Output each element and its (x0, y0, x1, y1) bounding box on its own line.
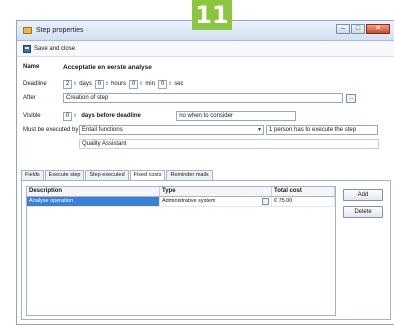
after-row: After Creation of step … (23, 92, 356, 104)
toolbar: Save and close (17, 41, 394, 57)
visible-label: Visible (23, 113, 41, 119)
save-and-close-button[interactable]: Save and close (34, 46, 75, 52)
column-header-type[interactable]: Type (160, 187, 272, 196)
deadline-min-value[interactable]: 0 (129, 79, 139, 89)
fixed-costs-panel: Description Type Total cost Analyse oper… (21, 180, 391, 320)
deadline-label: Deadline (23, 81, 47, 87)
close-button[interactable]: ✕ (366, 24, 390, 34)
deadline-min-spinner[interactable]: 0 ⇳ min (129, 79, 155, 89)
executed-by-dropdown-value: Entail functions (82, 127, 123, 133)
days-unit-label: days (79, 81, 92, 87)
spinner-arrows-icon[interactable]: ⇳ (168, 81, 172, 87)
after-browse-button[interactable]: … (346, 93, 356, 103)
visible-days-value[interactable]: 0 (63, 111, 72, 121)
maximize-button[interactable]: □ (351, 24, 365, 34)
spinner-arrows-icon[interactable]: ⇳ (139, 81, 143, 87)
column-header-description[interactable]: Description (27, 187, 160, 196)
deadline-days-value[interactable]: 2 (63, 79, 72, 89)
costs-grid: Description Type Total cost Analyse oper… (26, 186, 336, 316)
window-controls: – □ ✕ (336, 24, 390, 34)
after-label: After (23, 95, 36, 101)
tab-reminder-mails[interactable]: Reminder mails (166, 170, 213, 180)
visible-row: Visible 0 ⇳ days before deadline no when… (23, 110, 297, 122)
column-header-total-cost[interactable]: Total cost (272, 187, 335, 196)
deadline-row: Deadline 2 ⇳ days 0 ⇳ hours 0 ⇳ min 0 ⇳ … (23, 78, 187, 90)
visible-days-spinner[interactable]: 0 ⇳ (63, 111, 78, 121)
after-field[interactable]: Creation of step (63, 93, 343, 103)
name-label: Name (23, 64, 40, 70)
spinner-arrows-icon[interactable]: ⇳ (105, 81, 109, 87)
executed-by-label: Must be executed by (23, 127, 79, 133)
grid-header: Description Type Total cost (27, 187, 335, 197)
chevron-down-icon[interactable]: ▼ (257, 126, 262, 134)
tab-execute-step[interactable]: Execute step (44, 170, 85, 180)
deadline-days-spinner[interactable]: 2 ⇳ days (63, 79, 92, 89)
row-total-cell[interactable]: € 75.00 (272, 197, 335, 206)
row-type-value: Administrative system (162, 198, 216, 204)
hours-unit-label: hours (111, 81, 127, 87)
name-value[interactable]: Acceptatie en eerste analyse (63, 64, 152, 71)
minimize-button[interactable]: – (336, 24, 350, 34)
min-unit-label: min (145, 81, 155, 87)
visible-suffix-label: days before deadline (81, 113, 141, 119)
sec-unit-label: sec (174, 81, 184, 87)
type-picker-icon[interactable] (262, 198, 269, 205)
tab-strip: Fields Execute step Step executed Fixed … (21, 170, 214, 181)
row-type-cell[interactable]: Administrative system (160, 197, 272, 206)
executed-by-dropdown[interactable]: Entail functions ▼ (79, 125, 264, 135)
person-field[interactable]: Quality Assistant (79, 139, 379, 149)
spinner-arrows-icon[interactable]: ⇳ (73, 81, 77, 87)
execution-rule-field[interactable]: 1 person has to execute the step (266, 125, 378, 135)
deadline-hours-spinner[interactable]: 0 ⇳ hours (94, 79, 127, 89)
table-row[interactable]: Analyse operation Administrative system … (27, 197, 335, 207)
deadline-hours-value[interactable]: 0 (94, 79, 104, 89)
add-button[interactable]: Add (343, 189, 383, 201)
visible-dropdown-value: no when to consider (179, 113, 233, 119)
spinner-arrows-icon[interactable]: ⇳ (73, 113, 77, 119)
delete-button[interactable]: Delete (343, 206, 383, 218)
name-row: Name Acceptatie en eerste analyse (23, 61, 152, 73)
deadline-sec-value[interactable]: 0 (157, 79, 167, 89)
step-number-badge: 11 (192, 0, 232, 30)
executed-by-row: Must be executed by Entail functions ▼ 1… (23, 124, 378, 136)
row-description-cell[interactable]: Analyse operation (27, 197, 160, 206)
deadline-sec-spinner[interactable]: 0 ⇳ sec (157, 79, 184, 89)
window-icon (23, 27, 32, 34)
step-properties-window: Step properties – □ ✕ Save and close Nam… (16, 20, 394, 325)
tab-step-executed[interactable]: Step executed (85, 170, 129, 180)
tab-fields[interactable]: Fields (21, 170, 44, 180)
person-row: Quality Assistant (79, 138, 379, 150)
save-icon (23, 44, 31, 53)
window-title: Step properties (36, 27, 84, 34)
visible-dropdown[interactable]: no when to consider (176, 111, 297, 121)
